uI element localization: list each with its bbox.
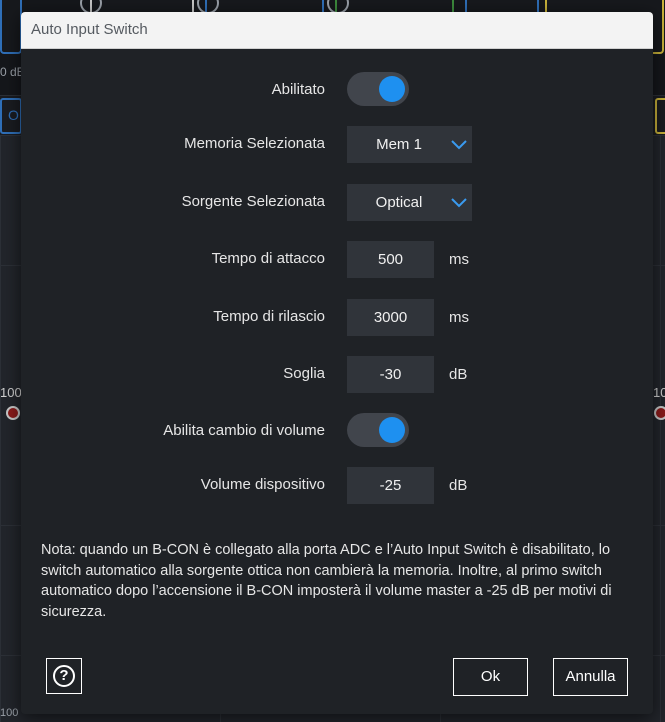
release-unit: ms: [449, 309, 469, 326]
device-volume-input[interactable]: -25: [347, 467, 434, 504]
toggle-thumb: [379, 76, 405, 102]
chevron-down-icon: [451, 140, 467, 150]
memory-select-value: Mem 1: [376, 136, 422, 153]
cancel-button[interactable]: Annulla: [553, 658, 628, 696]
question-icon: ?: [53, 665, 75, 687]
attack-unit: ms: [449, 251, 469, 268]
dialog-title: Auto Input Switch: [21, 12, 653, 49]
release-row: Tempo di rilascio 3000 ms: [21, 299, 653, 336]
memory-row: Memoria Selezionata Mem 1: [21, 126, 653, 163]
background-card: [0, 0, 22, 54]
threshold-input[interactable]: -30: [347, 356, 434, 393]
background-eq-node: [6, 406, 20, 420]
background-scale-label: 100: [0, 385, 22, 400]
release-label: Tempo di rilascio: [213, 308, 325, 325]
source-row: Sorgente Selezionata Optical: [21, 184, 653, 221]
background-scale-label: 100: [0, 707, 19, 719]
toggle-thumb: [379, 417, 405, 443]
threshold-unit: dB: [449, 366, 468, 383]
source-select-value: Optical: [375, 194, 423, 211]
attack-label: Tempo di attacco: [211, 250, 325, 267]
enabled-row: Abilitato: [21, 72, 653, 108]
attack-time-input[interactable]: 500: [347, 241, 434, 278]
enabled-label: Abilitato: [271, 81, 325, 98]
ok-button[interactable]: Ok: [453, 658, 528, 696]
background-scale-label: 10: [653, 385, 665, 400]
attack-row: Tempo di attacco 500 ms: [21, 241, 653, 278]
volume-change-row: Abilita cambio di volume: [21, 413, 653, 449]
background-eq-node: [654, 406, 665, 420]
background-tab: [655, 98, 665, 134]
auto-input-switch-dialog: Auto Input Switch Abilitato Memoria Sele…: [21, 12, 653, 714]
note-text: Nota: quando un B-CON è collegato alla p…: [41, 542, 612, 620]
source-select[interactable]: Optical: [347, 184, 472, 221]
memory-label: Memoria Selezionata: [184, 135, 325, 152]
device-volume-label: Volume dispositivo: [200, 476, 325, 493]
device-volume-unit: dB: [449, 477, 468, 494]
source-label: Sorgente Selezionata: [181, 193, 325, 210]
enabled-toggle[interactable]: [347, 72, 409, 106]
threshold-label: Soglia: [283, 365, 325, 382]
threshold-row: Soglia -30 dB: [21, 356, 653, 393]
device-volume-row: Volume dispositivo -25 dB: [21, 467, 653, 504]
help-button[interactable]: ?: [46, 658, 82, 694]
release-time-input[interactable]: 3000: [347, 299, 434, 336]
background-tab-label: O: [8, 107, 19, 123]
chevron-down-icon: [451, 198, 467, 208]
volume-change-toggle[interactable]: [347, 413, 409, 447]
background-tab: O: [0, 98, 22, 134]
volume-change-label: Abilita cambio di volume: [163, 422, 325, 439]
memory-select[interactable]: Mem 1: [347, 126, 472, 163]
